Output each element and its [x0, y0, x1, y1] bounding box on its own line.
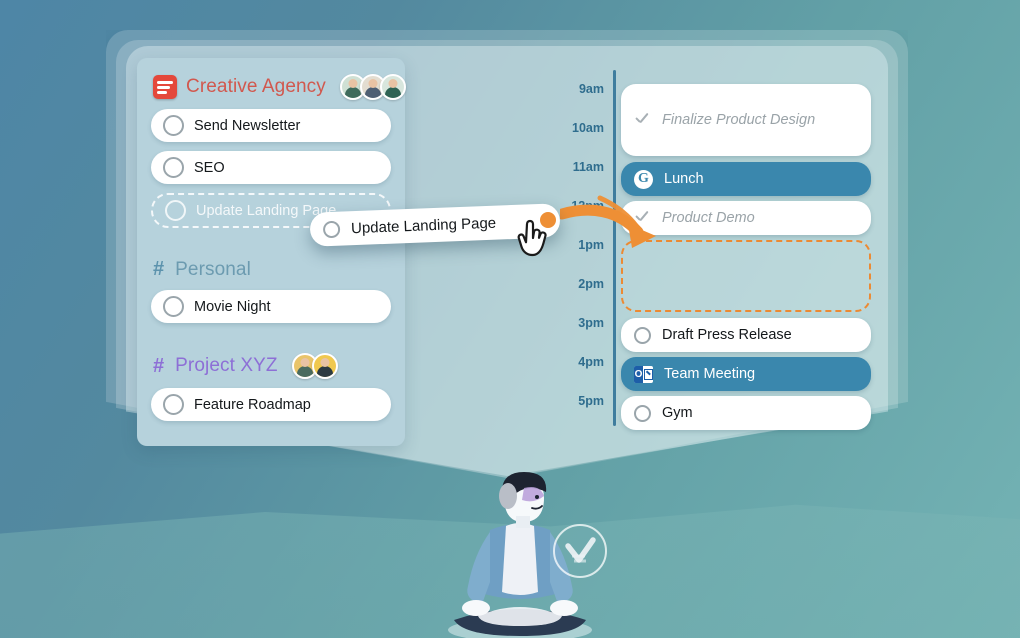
- avatar: [379, 74, 406, 100]
- task-row[interactable]: Movie Night: [151, 290, 391, 323]
- time-tick: 4pm: [578, 355, 604, 369]
- event-label: Product Demo: [662, 210, 755, 226]
- calendar-event[interactable]: Product Demo: [621, 201, 871, 235]
- outlook-icon: O: [634, 365, 653, 383]
- project-title: Creative Agency: [186, 76, 326, 97]
- dragged-task-label: Update Landing Page: [350, 214, 497, 237]
- screen: Creative Agency Send Newsletter SEO Upda…: [0, 0, 1020, 638]
- checkmark-circle-logo-icon: [553, 524, 607, 578]
- project-header-personal[interactable]: # Personal: [137, 242, 405, 281]
- calendar-event[interactable]: Finalize Product Design: [621, 84, 871, 156]
- timeline-axis: [613, 70, 616, 426]
- time-tick: 1pm: [578, 238, 604, 252]
- calendar-event[interactable]: Draft Press Release: [621, 318, 871, 352]
- project-header-creative-agency[interactable]: Creative Agency: [137, 58, 406, 100]
- checkbox-circle-icon[interactable]: [163, 296, 184, 317]
- checkbox-circle-icon[interactable]: [163, 157, 184, 178]
- task-label: SEO: [194, 159, 225, 176]
- calendar-event[interactable]: O Team Meeting: [621, 357, 871, 391]
- project-members-avatars[interactable]: [291, 353, 338, 379]
- time-tick: 10am: [572, 121, 604, 135]
- checkbox-circle-icon[interactable]: [163, 394, 184, 415]
- google-icon: G: [634, 169, 653, 189]
- checkbox-circle-icon[interactable]: [322, 220, 341, 238]
- task-label: Movie Night: [194, 298, 271, 315]
- project-header-project-xyz[interactable]: # Project XYZ: [137, 337, 405, 379]
- avatar: [311, 353, 338, 379]
- hash-icon: #: [153, 354, 165, 377]
- time-tick: 12pm: [571, 199, 604, 213]
- time-tick: 5pm: [578, 394, 604, 408]
- project-members-avatars[interactable]: [339, 74, 406, 100]
- time-tick: 11am: [572, 160, 604, 174]
- task-row[interactable]: Send Newsletter: [151, 109, 391, 142]
- drop-target-zone[interactable]: [621, 240, 871, 312]
- pointing-hand-cursor-icon: [517, 219, 547, 257]
- calendar-event[interactable]: Gym: [621, 396, 871, 430]
- task-list-panel: Creative Agency Send Newsletter SEO Upda…: [137, 58, 406, 446]
- task-row[interactable]: Feature Roadmap: [151, 388, 391, 421]
- calendar-event[interactable]: G Lunch: [621, 162, 871, 196]
- check-icon: [634, 112, 651, 129]
- time-tick: 9am: [578, 82, 604, 96]
- event-label: Lunch: [664, 171, 704, 187]
- event-label: Gym: [662, 405, 693, 421]
- event-label: Team Meeting: [664, 366, 756, 382]
- checkbox-circle-icon: [165, 200, 186, 221]
- project-title: Project XYZ: [175, 355, 278, 376]
- task-label: Send Newsletter: [194, 117, 301, 134]
- task-row[interactable]: SEO: [151, 151, 391, 184]
- check-icon: [634, 210, 651, 227]
- todoist-logo-icon: [153, 75, 177, 99]
- project-title: Personal: [175, 258, 251, 280]
- task-label: Feature Roadmap: [194, 396, 311, 413]
- hash-icon: #: [153, 258, 165, 280]
- time-tick: 3pm: [578, 316, 604, 330]
- time-tick: 2pm: [578, 277, 604, 291]
- checkbox-circle-icon[interactable]: [163, 115, 184, 136]
- checkbox-circle-icon[interactable]: [634, 404, 651, 422]
- checkbox-circle-icon[interactable]: [634, 326, 651, 344]
- event-label: Finalize Product Design: [662, 112, 816, 128]
- calendar-timeline: 9am 10am 11am 12pm 1pm 2pm 3pm 4pm 5pm F…: [568, 70, 888, 430]
- event-label: Draft Press Release: [662, 327, 792, 343]
